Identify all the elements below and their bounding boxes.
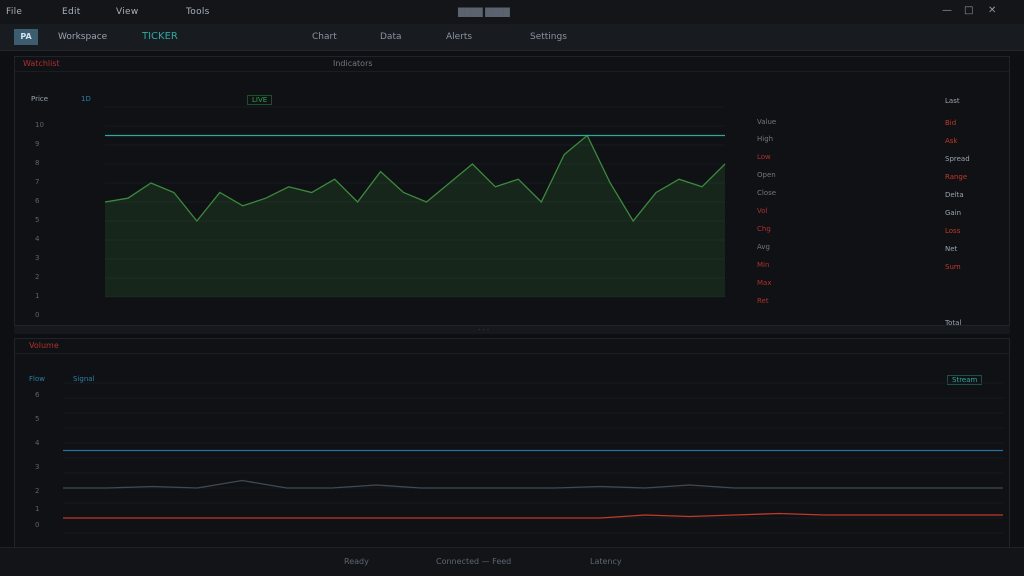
status-bar: Ready Connected — Feed Latency: [0, 547, 1024, 576]
menu-edit[interactable]: Edit: [62, 7, 81, 17]
symbol-field[interactable]: TICKER: [142, 31, 178, 42]
menu-bar: File Edit View Tools ████ ████ — □ ✕: [0, 0, 1024, 25]
menu-view[interactable]: View: [116, 7, 139, 17]
minimize-icon[interactable]: —: [942, 5, 952, 16]
flow-panel: Volume Flow Signal Stream 6 5 4 3 2 1 0: [14, 338, 1010, 548]
toolbar-button-settings[interactable]: Settings: [530, 32, 567, 42]
workspace-name[interactable]: Workspace: [58, 32, 107, 42]
maximize-icon[interactable]: □: [964, 5, 973, 16]
status-item: Latency: [590, 557, 622, 566]
splitter-grip-icon[interactable]: · · ·: [478, 326, 489, 334]
close-icon[interactable]: ✕: [988, 5, 996, 16]
status-item: Connected — Feed: [436, 557, 512, 566]
price-chart[interactable]: [15, 57, 1009, 325]
flow-chart[interactable]: [15, 339, 1009, 547]
toolbar-button-alerts[interactable]: Alerts: [446, 32, 472, 42]
window-title: ████ ████: [458, 8, 510, 17]
menu-file[interactable]: File: [6, 7, 22, 17]
series-area: [105, 135, 725, 297]
series-line: [63, 479, 1003, 489]
toolbar-button-data[interactable]: Data: [380, 32, 402, 42]
series-line: [63, 512, 1003, 519]
price-panel: Watchlist Indicators Price 1D LIVE Value…: [14, 56, 1010, 327]
app-logo: PA: [14, 29, 38, 45]
toolbar-button-chart[interactable]: Chart: [312, 32, 337, 42]
toolbar: PA Workspace TICKER Chart Data Alerts Se…: [0, 24, 1024, 51]
status-item: Ready: [344, 557, 369, 566]
menu-tools[interactable]: Tools: [186, 7, 210, 17]
panel-splitter[interactable]: · · ·: [14, 326, 1010, 334]
